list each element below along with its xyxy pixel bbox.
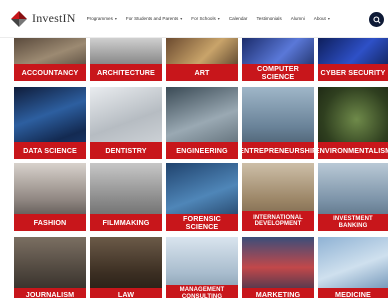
nav-item-testimonials[interactable]: Testimonials: [256, 16, 281, 21]
chevron-down-icon: ▾: [114, 16, 117, 21]
logo-icon: [11, 10, 27, 27]
tile-entrepreneurship[interactable]: ENTREPRENEURSHIP: [242, 87, 314, 159]
nav-item-students-parents[interactable]: For Students and Parents ▾: [126, 16, 182, 21]
tile-label: DENTISTRY: [90, 142, 162, 159]
brand-name: InvestIN: [32, 11, 76, 25]
nav-item-programmes[interactable]: Programmes ▾: [87, 16, 117, 21]
tile-label: FILMMAKING: [90, 214, 162, 231]
nav-item-schools[interactable]: For Schools ▾: [191, 16, 220, 21]
tile-label: INVESTMENT BANKING: [318, 214, 388, 231]
tile-label: ENGINEERING: [166, 142, 238, 159]
subject-grid: ACCOUNTANCY ARCHITECTURE ART COMPUTER SC…: [14, 38, 388, 298]
nav-item-alumni[interactable]: Alumni: [291, 16, 305, 21]
tile-dentistry[interactable]: DENTISTRY: [90, 87, 162, 159]
tile-cyber-security[interactable]: CYBER SECURITY: [318, 38, 388, 81]
tile-label: ACCOUNTANCY: [14, 64, 86, 81]
tile-art[interactable]: ART: [166, 38, 238, 81]
tile-label: CYBER SECURITY: [318, 64, 388, 81]
tile-filmmaking[interactable]: FILMMAKING: [90, 163, 162, 231]
tile-law[interactable]: LAW: [90, 237, 162, 298]
chevron-down-icon: ▾: [217, 16, 220, 21]
nav-item-about[interactable]: About ▾: [314, 16, 330, 21]
tile-label: JOURNALISM: [14, 288, 86, 298]
tile-management-consulting[interactable]: MANAGEMENT CONSULTING: [166, 237, 238, 298]
tile-forensic-science[interactable]: FORENSIC SCIENCE: [166, 163, 238, 231]
tile-label: MARKETING: [242, 288, 314, 298]
tile-label: DATA SCIENCE: [14, 142, 86, 159]
tile-marketing[interactable]: MARKETING: [242, 237, 314, 298]
tile-fashion[interactable]: FASHION: [14, 163, 86, 231]
main-nav: Programmes ▾ For Students and Parents ▾ Fo…: [87, 16, 330, 21]
chevron-down-icon: ▾: [327, 16, 330, 21]
tile-data-science[interactable]: DATA SCIENCE: [14, 87, 86, 159]
tile-computer-science[interactable]: COMPUTER SCIENCE: [242, 38, 314, 81]
tile-architecture[interactable]: ARCHITECTURE: [90, 38, 162, 81]
tile-label: MANAGEMENT CONSULTING: [166, 285, 238, 298]
chevron-down-icon: ▾: [180, 16, 183, 21]
tile-label: ENVIRONMENTALISM: [318, 142, 388, 159]
tile-environmentalism[interactable]: ENVIRONMENTALISM: [318, 87, 388, 159]
tile-label: INTERNATIONAL DEVELOPMENT: [242, 211, 314, 231]
tile-label: COMPUTER SCIENCE: [242, 64, 314, 81]
tile-label: ENTREPRENEURSHIP: [242, 142, 314, 159]
tile-medicine[interactable]: MEDICINE: [318, 237, 388, 298]
tile-international-development[interactable]: INTERNATIONAL DEVELOPMENT: [242, 163, 314, 231]
tile-label: FASHION: [14, 214, 86, 231]
nav-item-calendar[interactable]: Calendar: [229, 16, 248, 21]
tile-label: ARCHITECTURE: [90, 64, 162, 81]
tile-journalism[interactable]: JOURNALISM: [14, 237, 86, 298]
tile-label: FORENSIC SCIENCE: [166, 214, 238, 231]
search-icon: [372, 15, 381, 24]
tile-label: MEDICINE: [318, 288, 388, 298]
top-navigation-bar: InvestIN Programmes ▾ For Students and Pa…: [0, 0, 388, 38]
tile-engineering[interactable]: ENGINEERING: [166, 87, 238, 159]
tile-investment-banking[interactable]: INVESTMENT BANKING: [318, 163, 388, 231]
tile-label: LAW: [90, 288, 162, 298]
tile-label: ART: [166, 64, 238, 81]
search-button[interactable]: [369, 12, 384, 27]
brand-logo[interactable]: InvestIN: [9, 9, 76, 29]
tile-accountancy[interactable]: ACCOUNTANCY: [14, 38, 86, 81]
